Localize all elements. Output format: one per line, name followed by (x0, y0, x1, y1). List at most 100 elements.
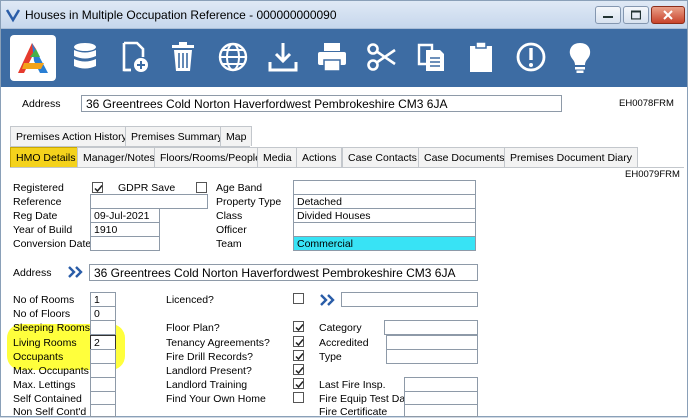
sleeping-rooms-field[interactable] (90, 320, 116, 335)
database-button[interactable] (65, 37, 105, 77)
tab-case-documents[interactable]: Case Documents (418, 147, 511, 167)
floor-plan-checkbox[interactable] (293, 321, 304, 332)
download-icon (268, 43, 298, 72)
hmo-reference-window: Houses in Multiple Occupation Reference … (0, 0, 688, 418)
officer-field[interactable] (293, 222, 476, 237)
tab-hmo-details[interactable]: HMO Details (10, 147, 82, 167)
max-lettings-field[interactable] (90, 377, 116, 392)
download-button[interactable] (263, 37, 303, 77)
fire-drill-checkbox[interactable] (293, 350, 304, 361)
toolbar (1, 29, 687, 87)
checkmark-icon (295, 353, 304, 361)
fire-certificate-field[interactable] (404, 404, 478, 417)
paste-button[interactable] (461, 37, 501, 77)
tab-actions[interactable]: Actions (296, 147, 343, 167)
last-fire-insp-label: Last Fire Insp. (319, 379, 386, 391)
double-chevron-right-icon[interactable] (319, 293, 337, 307)
cut-button[interactable] (362, 37, 402, 77)
tab-premises-document-diary[interactable]: Premises Document Diary (504, 147, 638, 167)
checkmark-icon (295, 367, 304, 375)
checkmark-icon (295, 339, 304, 347)
year-built-field[interactable]: 1910 (90, 222, 160, 237)
reference-field[interactable] (90, 194, 208, 209)
licenced-checkbox[interactable] (293, 293, 304, 304)
tab-floors-rooms-people[interactable]: Floors/Rooms/People (154, 147, 267, 167)
reg-date-field[interactable]: 09-Jul-2021 (90, 208, 160, 223)
last-fire-insp-field[interactable] (404, 377, 478, 392)
max-occupants-label: Max. Occupants (13, 365, 89, 377)
team-label: Team (216, 238, 242, 250)
checkmark-icon (94, 185, 103, 193)
max-lettings-label: Max. Lettings (13, 379, 76, 391)
registered-checkbox[interactable] (92, 182, 103, 193)
tab-case-contacts[interactable]: Case Contacts (342, 147, 423, 167)
tab-media[interactable]: Media (257, 147, 298, 167)
occupants-label: Occupants (13, 351, 64, 363)
print-icon (318, 43, 346, 72)
window-title: Houses in Multiple Occupation Reference … (25, 8, 337, 22)
year-built-label: Year of Build (13, 224, 73, 236)
tab-premises-action-history[interactable]: Premises Action History (10, 126, 133, 146)
delete-button[interactable] (163, 37, 203, 77)
reference-label: Reference (13, 196, 62, 208)
living-rooms-field[interactable]: 2 (90, 335, 116, 350)
address-field[interactable]: 36 Greentrees Cold Norton Haverfordwest … (89, 264, 478, 281)
print-button[interactable] (312, 37, 352, 77)
licence-field[interactable] (341, 292, 478, 307)
fire-drill-label: Fire Drill Records? (166, 351, 253, 363)
database-icon (74, 43, 96, 69)
header-address-field[interactable]: 36 Greentrees Cold Norton Haverfordwest … (81, 95, 562, 112)
conversion-date-field[interactable] (90, 236, 160, 251)
team-field[interactable]: Commercial (293, 236, 476, 251)
globe-icon (218, 42, 248, 72)
max-occupants-field[interactable] (90, 363, 116, 378)
find-home-label: Find Your Own Home (166, 393, 266, 405)
tenancy-checkbox[interactable] (293, 336, 304, 347)
tab-map[interactable]: Map (220, 126, 253, 146)
new-document-button[interactable] (114, 37, 154, 77)
category-field[interactable] (384, 320, 478, 335)
copy-button[interactable] (411, 37, 451, 77)
age-band-label: Age Band (216, 182, 263, 194)
header-address-label: Address (22, 98, 61, 110)
app-icon (5, 9, 21, 23)
maximize-button[interactable] (623, 6, 649, 24)
app-logo[interactable] (10, 35, 56, 81)
no-floors-field[interactable]: 0 (90, 306, 116, 321)
class-field[interactable]: Divided Houses (293, 208, 476, 223)
property-type-label: Property Type (216, 196, 282, 208)
gdpr-save-checkbox[interactable] (196, 182, 207, 193)
tab-row2-divider (10, 167, 684, 168)
type-field[interactable] (386, 349, 478, 364)
web-button[interactable] (213, 37, 253, 77)
tab-premises-summary[interactable]: Premises Summary (125, 126, 229, 146)
double-chevron-right-icon[interactable] (67, 265, 85, 279)
occupants-field[interactable] (90, 349, 116, 364)
close-button[interactable] (651, 6, 685, 24)
officer-label: Officer (216, 224, 247, 236)
help-button[interactable] (560, 37, 600, 77)
self-contained-label: Self Contained (13, 393, 82, 405)
alert-button[interactable] (511, 37, 551, 77)
age-band-field[interactable] (293, 180, 476, 195)
property-type-field[interactable]: Detached (293, 194, 476, 209)
class-label: Class (216, 210, 243, 222)
minimize-button[interactable] (595, 6, 621, 24)
accredited-field[interactable] (386, 335, 478, 350)
tab-manager-notes[interactable]: Manager/Notes (77, 147, 161, 167)
scissors-icon (367, 43, 396, 71)
logo-icon (18, 43, 48, 73)
landlord-training-checkbox[interactable] (293, 378, 304, 389)
non-self-contained-label: Non Self Cont'd (13, 406, 87, 418)
minimize-icon (603, 16, 613, 18)
maximize-icon (631, 10, 641, 20)
no-floors-label: No of Floors (13, 308, 71, 320)
copy-icon (417, 43, 444, 71)
landlord-present-checkbox[interactable] (293, 364, 304, 375)
find-home-checkbox[interactable] (293, 392, 304, 403)
trash-icon (172, 42, 194, 71)
no-rooms-field[interactable]: 1 (90, 292, 116, 307)
non-self-contained-field[interactable] (90, 404, 116, 417)
sub-form-code: EH0079FRM (625, 169, 680, 180)
landlord-present-label: Landlord Present? (166, 365, 252, 377)
